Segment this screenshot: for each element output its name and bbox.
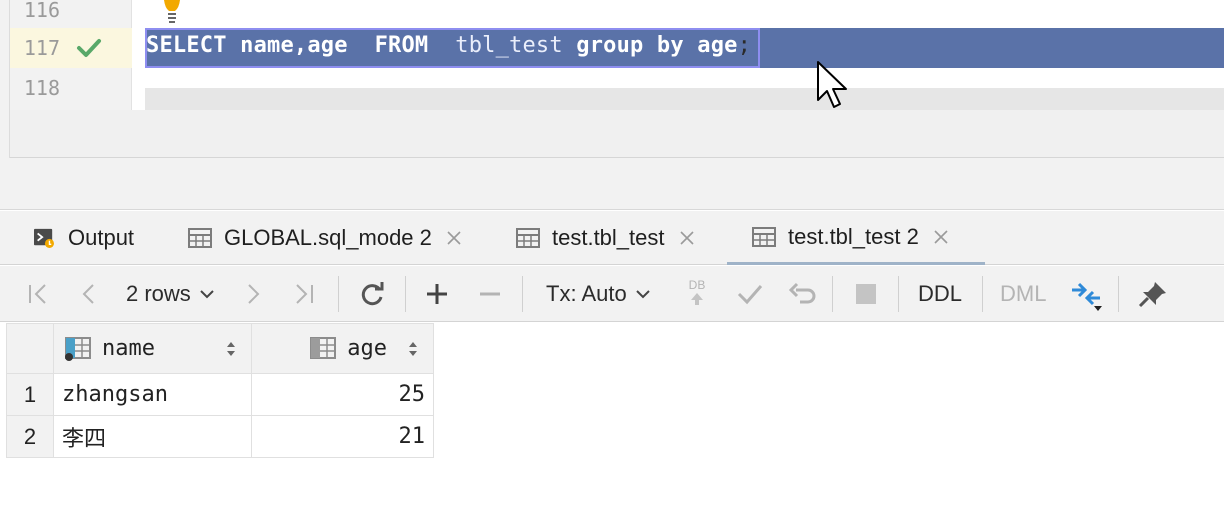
compare-icon[interactable] [1070, 278, 1106, 312]
chevron-down-icon [200, 290, 214, 299]
console-icon [34, 228, 54, 248]
tab-output[interactable]: Output [32, 211, 134, 265]
add-row-icon[interactable] [425, 280, 449, 308]
statement-terminator: ; [737, 33, 752, 58]
tab-test-tbl-test-2[interactable]: test.tbl_test 2 [727, 211, 985, 265]
table-row[interactable]: 2 李四 21 [6, 415, 434, 458]
first-page-icon[interactable] [26, 280, 50, 308]
close-icon[interactable] [933, 229, 949, 245]
tab-label: Output [68, 225, 135, 250]
toolbar-separator [338, 276, 339, 312]
toolbar-separator [832, 276, 833, 312]
column-header-name[interactable]: name [53, 323, 252, 374]
results-grid[interactable]: name age 1 zhangsan 25 2 李四 21 [6, 323, 434, 458]
commit-icon[interactable] [736, 280, 764, 308]
table-icon [188, 228, 212, 248]
header-row: name age [6, 323, 434, 374]
cell-age[interactable]: 21 [251, 415, 434, 458]
cell-name[interactable]: zhangsan [53, 373, 252, 416]
editor-bottom-area [10, 110, 1224, 158]
column-label: name [102, 336, 155, 361]
table-identifier: tbl_test [455, 33, 563, 58]
editor-left-strip [0, 0, 10, 158]
select-columns: name,age [240, 33, 348, 58]
rows-count-label: 2 rows [126, 281, 191, 306]
results-tabbar: Output GLOBAL.sql_mode 2 test.tbl_test t… [0, 211, 1224, 265]
toolbar-separator [405, 276, 406, 312]
chevron-down-icon [636, 290, 650, 299]
tab-global-sql-mode-2[interactable]: GLOBAL.sql_mode 2 [188, 211, 462, 265]
sort-icon[interactable] [407, 340, 419, 358]
cell-name[interactable]: 李四 [53, 415, 252, 458]
cell-age[interactable]: 25 [251, 373, 434, 416]
stop-icon[interactable] [855, 280, 877, 308]
toolbar-separator [982, 276, 983, 312]
panel-splitter[interactable] [0, 158, 1224, 210]
tx-mode-label: Tx: Auto [546, 281, 627, 306]
lightbulb-icon[interactable] [160, 0, 184, 24]
keyword-from: FROM [374, 33, 429, 58]
refresh-icon[interactable] [358, 280, 386, 308]
mouse-cursor-icon [817, 61, 847, 108]
keyword-group-by: group by [576, 33, 684, 58]
tab-label: test.tbl_test 2 [788, 223, 919, 249]
column-header-age[interactable]: age [251, 323, 434, 374]
dml-button[interactable]: DML [1000, 280, 1046, 308]
toolbar-separator [898, 276, 899, 312]
submit-db-button[interactable]: DB [684, 278, 710, 310]
tab-label: test.tbl_test [552, 225, 665, 250]
sort-icon[interactable] [225, 340, 237, 358]
close-icon[interactable] [446, 230, 462, 246]
arrow-up-icon [691, 293, 703, 305]
close-icon[interactable] [679, 230, 695, 246]
rows-count-dropdown[interactable]: 2 rows [126, 280, 215, 308]
tab-label: GLOBAL.sql_mode 2 [224, 225, 432, 250]
pin-icon[interactable] [1138, 280, 1168, 308]
line-number: 118 [23, 76, 60, 100]
delete-row-icon[interactable] [478, 280, 502, 308]
check-icon [77, 39, 101, 57]
results-toolbar: 2 rows Tx: Auto DB DDL DML [0, 266, 1224, 322]
sql-query[interactable]: SELECT name,age FROM tbl_test group by a… [146, 33, 751, 58]
group-column: age [697, 33, 738, 58]
column-icon [310, 336, 337, 359]
ddl-label: DDL [918, 281, 963, 306]
line-number: 116 [23, 0, 60, 22]
results-table: name age 1 zhangsan 25 2 李四 21 [6, 323, 434, 458]
ddl-button[interactable]: DDL [918, 280, 962, 308]
tx-mode-dropdown[interactable]: Tx: Auto [546, 280, 651, 308]
next-page-icon[interactable] [242, 280, 264, 308]
table-row[interactable]: 1 zhangsan 25 [6, 373, 434, 416]
column-label: age [347, 336, 387, 361]
sql-editor[interactable]: 116 117 118 SELECT name,age FROM tbl_tes… [0, 0, 1224, 110]
table-icon [752, 226, 776, 247]
toolbar-separator [522, 276, 523, 312]
caret-line [145, 88, 1224, 110]
row-number: 1 [6, 373, 54, 416]
db-label: DB [688, 278, 706, 292]
row-number-header [6, 323, 54, 374]
rollback-icon[interactable] [788, 280, 816, 308]
toolbar-separator [1118, 276, 1119, 312]
dml-label: DML [1000, 281, 1047, 306]
row-number: 2 [6, 415, 54, 458]
line-number: 117 [23, 36, 60, 60]
keyword-select: SELECT [146, 33, 227, 58]
table-icon [516, 228, 540, 248]
previous-page-icon[interactable] [78, 280, 100, 308]
last-page-icon[interactable] [292, 280, 316, 308]
tab-test-tbl-test[interactable]: test.tbl_test [516, 211, 695, 265]
column-key-icon [65, 336, 91, 361]
